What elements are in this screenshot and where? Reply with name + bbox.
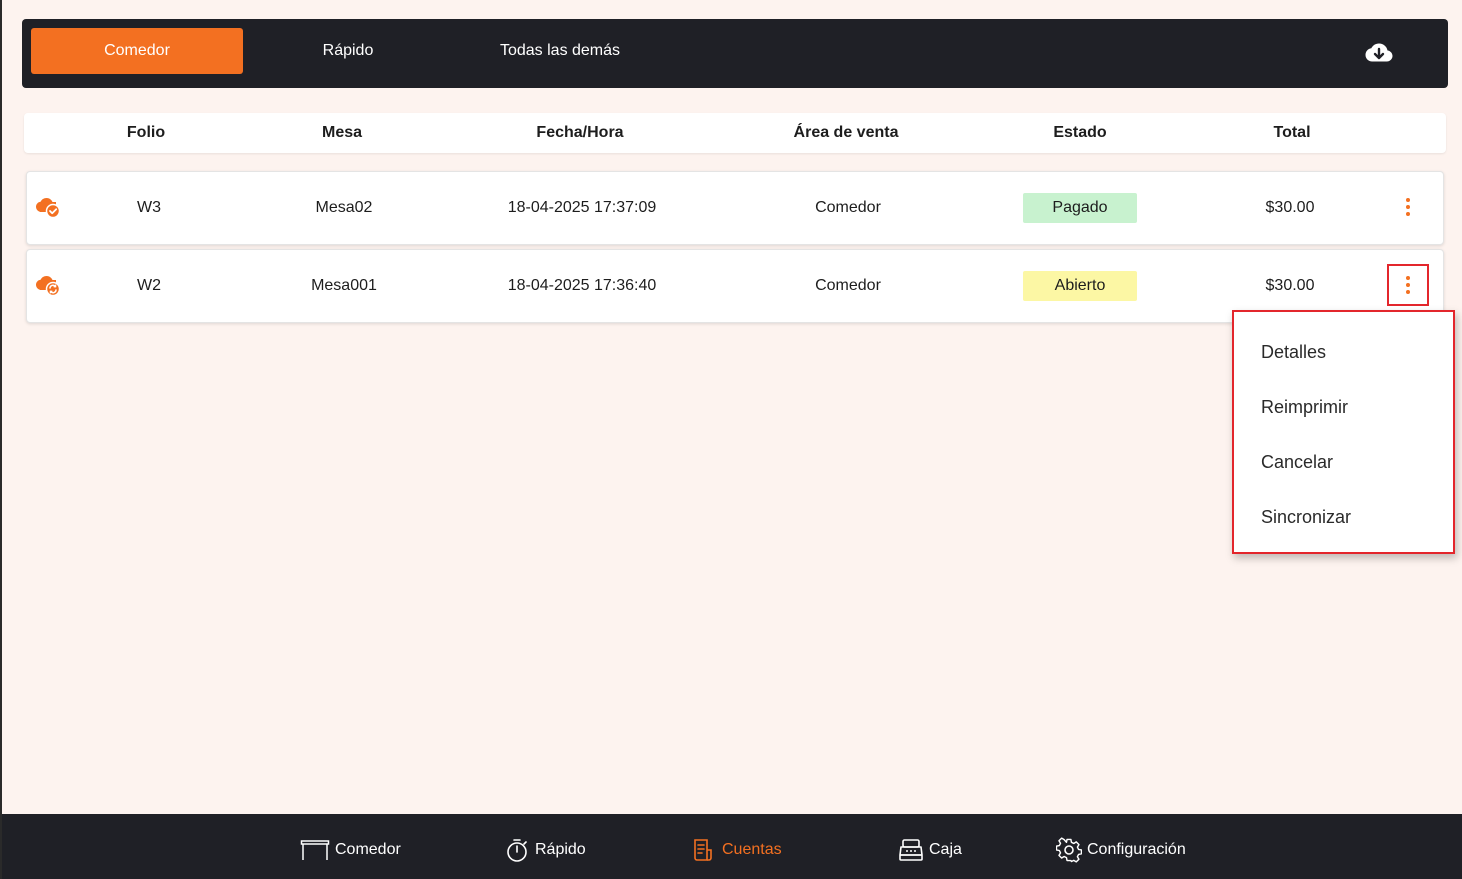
header-folio: Folio — [126, 124, 166, 141]
nav-label: Rápido — [535, 841, 586, 858]
table-icon — [300, 840, 330, 860]
more-options-button[interactable] — [1389, 188, 1427, 226]
cell-folio: W3 — [137, 199, 161, 216]
cell-fecha: 18-04-2025 17:37:09 — [507, 199, 657, 216]
cell-estado: Abierto — [1023, 250, 1137, 322]
table-header: Folio Mesa Fecha/Hora Área de venta Esta… — [24, 113, 1446, 153]
table-row[interactable]: W3 Mesa02 18-04-2025 17:37:09 Comedor Pa… — [26, 171, 1444, 245]
cell-area: Comedor — [815, 199, 881, 216]
row-context-menu: Detalles Reimprimir Cancelar Sincronizar — [1232, 310, 1455, 554]
nav-caja[interactable]: Caja — [898, 834, 962, 866]
cloud-check-icon — [36, 198, 61, 219]
cash-register-icon — [899, 839, 923, 861]
bottom-navigation: Comedor Rápido Cuentas Caja Configuració… — [2, 814, 1462, 879]
header-mesa: Mesa — [321, 124, 363, 141]
nav-label: Cuentas — [722, 841, 782, 858]
header-fecha-hora: Fecha/Hora — [536, 124, 624, 141]
header-area-de-venta: Área de venta — [793, 124, 899, 141]
cell-total: $30.00 — [1265, 199, 1315, 216]
nav-label: Configuración — [1087, 841, 1186, 858]
stopwatch-icon — [507, 839, 527, 862]
tab-todas-las-demas[interactable]: Todas las demás — [454, 28, 666, 74]
top-tab-bar: Comedor Rápido Todas las demás — [22, 19, 1448, 88]
cell-folio: W2 — [137, 277, 161, 294]
cell-fecha: 18-04-2025 17:36:40 — [507, 277, 657, 294]
tab-rapido[interactable]: Rápido — [242, 28, 454, 74]
tab-comedor[interactable]: Comedor — [31, 28, 243, 74]
receipt-icon — [694, 839, 712, 861]
nav-rapido[interactable]: Rápido — [504, 834, 586, 866]
cell-mesa: Mesa02 — [315, 199, 373, 216]
more-vertical-icon — [1406, 276, 1410, 294]
menu-item-detalles[interactable]: Detalles — [1261, 332, 1326, 372]
nav-configuracion[interactable]: Configuración — [1056, 834, 1186, 866]
cloud-download-icon[interactable] — [1365, 41, 1393, 65]
gear-icon — [1056, 837, 1082, 863]
nav-label: Caja — [929, 841, 962, 858]
more-options-button[interactable] — [1387, 264, 1429, 306]
nav-comedor[interactable]: Comedor — [300, 834, 401, 866]
nav-label: Comedor — [335, 841, 401, 858]
cell-estado: Pagado — [1023, 172, 1137, 244]
header-estado: Estado — [1053, 124, 1107, 141]
cell-mesa: Mesa001 — [311, 277, 377, 294]
menu-item-cancelar[interactable]: Cancelar — [1261, 442, 1333, 482]
more-vertical-icon — [1406, 198, 1410, 216]
status-badge-pagado: Pagado — [1023, 193, 1137, 223]
cell-area: Comedor — [815, 277, 881, 294]
nav-cuentas[interactable]: Cuentas — [691, 834, 782, 866]
menu-item-sincronizar[interactable]: Sincronizar — [1261, 497, 1351, 537]
header-total: Total — [1273, 124, 1311, 141]
status-badge-abierto: Abierto — [1023, 271, 1137, 301]
menu-item-reimprimir[interactable]: Reimprimir — [1261, 387, 1348, 427]
cloud-sync-icon — [36, 276, 61, 297]
